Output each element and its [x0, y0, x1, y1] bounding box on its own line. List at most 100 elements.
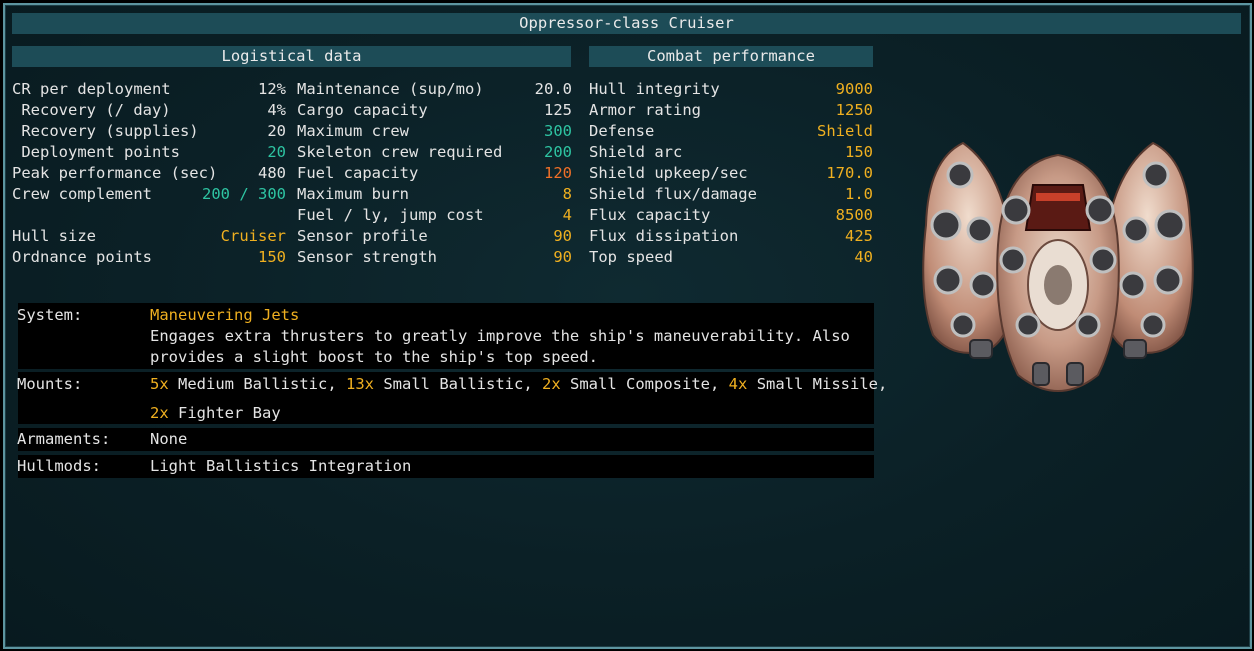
stat-value: 20: [267, 143, 286, 161]
stat-label: Maximum burn: [297, 185, 409, 203]
logistical-stat-row: Maintenance (sup/mo) 20.0: [297, 79, 572, 100]
mount-type: Small Missile: [756, 375, 879, 393]
mount-count: 4x: [728, 375, 748, 393]
stat-value: 90: [553, 227, 572, 245]
logistical-stat-row: Peak performance (sec) 480: [12, 163, 286, 184]
stat-value: 9000: [835, 80, 873, 98]
armaments-value: None: [150, 430, 188, 448]
logistical-stat-row: Hull size Cruiser: [12, 226, 286, 247]
ship-sprite: [922, 141, 1194, 392]
stat-label: CR per deployment: [12, 80, 171, 98]
mounts-label: Mounts:: [17, 375, 83, 393]
mount-separator: ,: [327, 375, 346, 393]
stat-value: 425: [845, 227, 873, 245]
combat-stat-row: Defense Shield: [589, 121, 873, 142]
logistical-stat-row: Sensor strength 90: [297, 247, 572, 268]
mount-count: 2x: [150, 404, 169, 422]
stat-label: Cargo capacity: [297, 101, 428, 119]
stat-value: 200: [544, 143, 572, 161]
mount-separator: ,: [710, 375, 729, 393]
logistical-stat-row: Sensor profile 90: [297, 226, 572, 247]
combat-stat-row: Armor rating 1250: [589, 100, 873, 121]
logistical-stat-row: Maximum burn 8: [297, 184, 572, 205]
stat-label: Shield flux/damage: [589, 185, 757, 203]
stat-value: Shield: [817, 122, 873, 140]
combat-stat-row: Shield arc 150: [589, 142, 873, 163]
armaments-block: [18, 428, 874, 451]
mount-type: Small Ballistic: [383, 375, 524, 393]
logistical-header-label: Logistical data: [221, 47, 362, 65]
stat-label: Hull size: [12, 227, 96, 245]
logistical-stat-row: Maximum crew 300: [297, 121, 572, 142]
combat-stat-row: Shield flux/damage 1.0: [589, 184, 873, 205]
logistical-stat-row: Fuel capacity 120: [297, 163, 572, 184]
combat-stat-row: Top speed 40: [589, 247, 873, 268]
stat-value: 8500: [835, 206, 873, 224]
logistical-stat-row: Cargo capacity 125: [297, 100, 572, 121]
logistical-stat-row: [12, 205, 286, 226]
system-desc-line2: provides a slight boost to the ship's to…: [150, 348, 598, 366]
stat-label: Peak performance (sec): [12, 164, 218, 182]
stat-label: Shield upkeep/sec: [589, 164, 748, 182]
stat-value: Cruiser: [220, 227, 286, 245]
hullmods-value: Light Ballistics Integration: [150, 457, 412, 475]
logistical-stat-row: CR per deployment 12%: [12, 79, 286, 100]
hullmods-label: Hullmods:: [17, 457, 101, 475]
mount-count: 2x: [542, 375, 561, 393]
stat-label: Sensor profile: [297, 227, 428, 245]
ship-info-panel: Oppressor-class Cruiser Logistical data …: [3, 3, 1252, 649]
ship-title-bar: Oppressor-class Cruiser: [12, 13, 1241, 34]
combat-header: Combat performance: [589, 46, 873, 67]
stat-label: Hull integrity: [589, 80, 720, 98]
stat-label: Sensor strength: [297, 248, 437, 266]
mount-type: Small Composite: [570, 375, 710, 393]
stat-value: 480: [258, 164, 286, 182]
mount-separator: ,: [878, 375, 888, 393]
stat-label: Armor rating: [589, 101, 701, 119]
stat-value: 1250: [835, 101, 873, 119]
stat-label: Deployment points: [12, 143, 180, 161]
mount-separator: ,: [523, 375, 542, 393]
stat-label: Maximum crew: [297, 122, 409, 140]
mounts-list: 5x Medium Ballistic, 13x Small Ballistic…: [150, 374, 887, 395]
stat-value: 125: [544, 101, 572, 119]
logistical-stat-row: Deployment points 20: [12, 142, 286, 163]
stat-label: Flux dissipation: [589, 227, 739, 245]
stat-label: Defense: [589, 122, 655, 140]
stat-label: Maintenance (sup/mo): [297, 80, 484, 98]
stat-label: Shield arc: [589, 143, 683, 161]
ship-title: Oppressor-class Cruiser: [519, 14, 734, 32]
logistical-header: Logistical data: [12, 46, 571, 67]
armaments-label: Armaments:: [17, 430, 111, 448]
stat-label: Flux capacity: [589, 206, 711, 224]
system-desc-line1: Engages extra thrusters to greatly impro…: [150, 327, 850, 345]
stat-value: 20: [267, 122, 286, 140]
stat-label: Ordnance points: [12, 248, 152, 266]
stat-value: 4%: [267, 101, 286, 119]
combat-stat-row: Hull integrity 9000: [589, 79, 873, 100]
stat-value: 150: [258, 248, 286, 266]
combat-header-label: Combat performance: [647, 47, 815, 65]
system-name: Maneuvering Jets: [150, 306, 300, 324]
combat-stat-row: Flux capacity 8500: [589, 205, 873, 226]
stat-label: Skeleton crew required: [297, 143, 503, 161]
combat-stat-row: Flux dissipation 425: [589, 226, 873, 247]
logistical-stat-row: Recovery (/ day) 4%: [12, 100, 286, 121]
stat-value: 120: [544, 164, 572, 182]
mount-type: Fighter Bay: [178, 404, 281, 422]
mount-count: 5x: [150, 375, 169, 393]
system-row: System: Maneuvering Jets: [5, 305, 875, 326]
stat-value: 1.0: [845, 185, 873, 203]
system-label: System:: [17, 306, 83, 324]
stat-value: 200 / 300: [202, 185, 286, 203]
stat-label: Fuel / ly, jump cost: [297, 206, 484, 224]
stat-value: 8: [562, 185, 572, 203]
mount-type: Medium Ballistic: [178, 375, 328, 393]
stat-value: 300: [544, 122, 572, 140]
stat-value: 20.0: [534, 80, 572, 98]
stat-value: 170.0: [826, 164, 873, 182]
logistical-stat-row: Crew complement 200 / 300: [12, 184, 286, 205]
logistical-stat-row: Skeleton crew required 200: [297, 142, 572, 163]
stat-value: 90: [553, 248, 572, 266]
stat-label: Top speed: [589, 248, 673, 266]
